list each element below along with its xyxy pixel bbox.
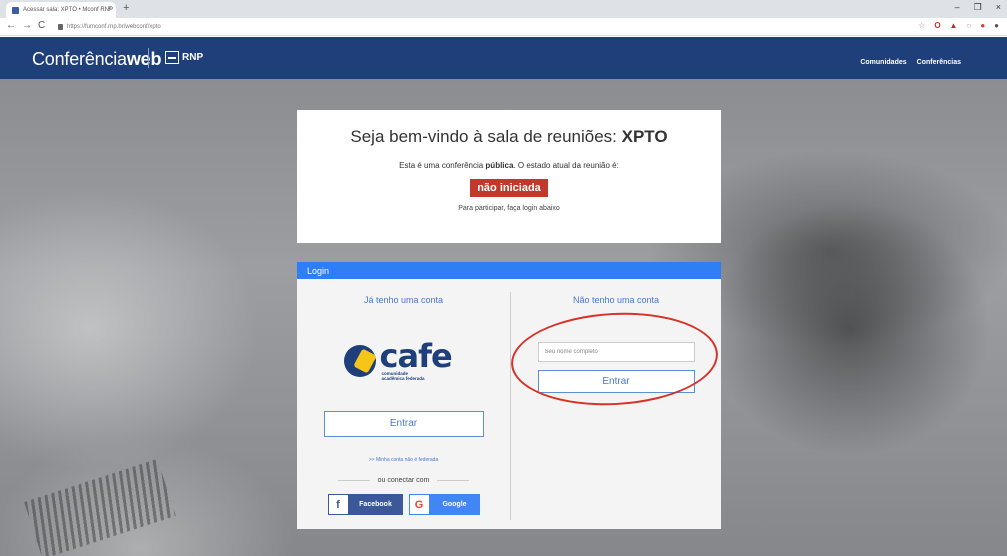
brand-logo[interactable]: Conferênciaweb [32,49,161,70]
existing-account-column: Já tenho uma conta cafe comunidade acadêm… [297,279,510,529]
social-login: f Facebook G Google [297,494,510,515]
browser-tab[interactable]: Acessar sala: XPTO • Mconf RNP × [6,2,116,18]
address-bar-row: ← → C https://fumconf.rnp.br/webconf/xpt… [0,18,1007,36]
guest-column: Não tenho uma conta Entrar [511,279,721,529]
facebook-label: Facebook [359,501,392,508]
rnp-logo: RNP [165,51,203,64]
profile-icon[interactable]: ● [994,21,999,30]
rnp-icon [165,51,179,64]
login-header: Login [297,262,721,279]
nav-communities[interactable]: Comunidades [860,59,906,66]
back-icon[interactable]: ← [6,20,16,31]
login-hint: Para participar, faça login abaixo [458,205,560,212]
status-badge: não iniciada [470,179,548,197]
close-window-button[interactable]: × [996,2,1001,13]
welcome-card: Seja bem-vindo à sala de reuniões: XPTO … [297,110,721,243]
google-login-button[interactable]: G Google [408,494,480,515]
tab-title: Acessar sala: XPTO • Mconf RNP [23,7,114,13]
cafe-logo: cafe comunidade acadêmica federada [343,337,464,387]
minimize-button[interactable]: – [955,2,960,13]
welcome-title: Seja bem-vindo à sala de reuniões: XPTO [350,127,668,146]
nav-conferences[interactable]: Conferências [917,59,961,66]
maximize-button[interactable]: ❐ [974,2,982,13]
facebook-icon: f [328,495,348,514]
notebook-spiral [24,458,176,556]
lock-icon [58,23,63,30]
google-icon: G [409,495,429,514]
google-label: Google [442,501,467,508]
login-panel: Login Já tenho uma conta cafe comunidade… [297,262,721,529]
guest-title: Não tenho uma conta [572,295,660,305]
cafe-word: cafe [379,337,453,375]
room-name: XPTO [621,127,668,146]
extension-icon[interactable]: ○ [966,21,971,30]
window-controls: – ❐ × [955,2,1001,13]
conference-info: Esta é uma conferência pública. O estado… [399,161,619,170]
non-federated-link[interactable]: >> Minha conta não é federada [297,457,510,463]
extension-icon[interactable]: ▲ [950,21,958,30]
or-connect-text: ou conectar com [297,477,510,484]
top-nav: Comunidades Conferências [860,59,961,66]
guest-enter-button[interactable]: Entrar [537,370,695,393]
brand-bold-text: web [126,49,162,69]
site-header: Conferênciaweb RNP Comunidades Conferênc… [0,37,1007,79]
rnp-text: RNP [182,52,204,63]
browser-extensions: ☆ O ▲ ○ ● ● [918,21,999,30]
conference-type: pública [485,161,514,170]
star-icon[interactable]: ☆ [918,21,925,30]
facebook-login-button[interactable]: f Facebook [327,494,403,515]
tab-close-icon[interactable]: × [108,5,112,12]
forward-icon[interactable]: → [22,20,32,31]
cafe-subtitle: comunidade acadêmica federada [381,371,425,381]
brand-divider [148,48,149,68]
new-tab-button[interactable]: + [123,2,129,14]
favicon-icon [12,6,19,14]
url-text: https://fumconf.rnp.br/webconf/xpto [67,23,161,30]
existing-account-title: Já tenho uma conta [363,295,444,305]
brand-light-text: Conferência [32,49,127,69]
extension-icon[interactable]: ● [980,21,985,30]
browser-tab-bar: Acessar sala: XPTO • Mconf RNP × + – ❐ × [0,0,1007,18]
opera-icon[interactable]: O [934,21,940,30]
reload-icon[interactable]: C [38,20,45,31]
url-field[interactable]: https://fumconf.rnp.br/webconf/xpto [58,20,898,33]
full-name-input[interactable] [537,342,695,362]
cafe-enter-button[interactable]: Entrar [323,411,484,437]
